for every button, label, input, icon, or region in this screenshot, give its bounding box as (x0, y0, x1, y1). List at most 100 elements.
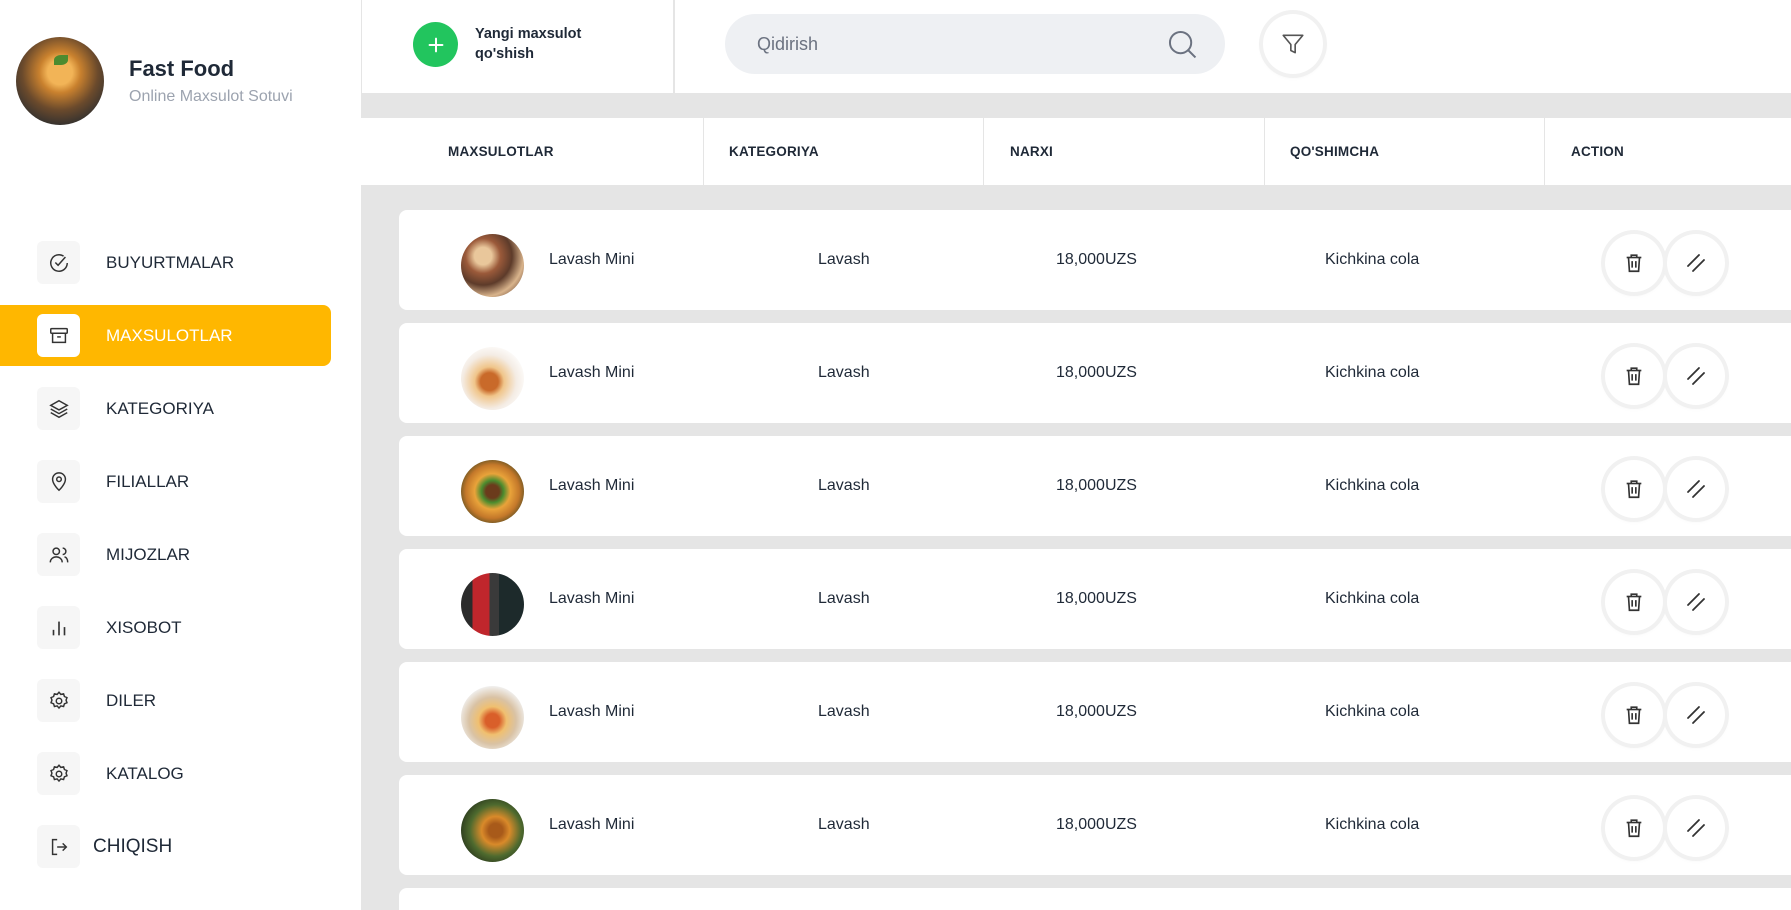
sidebar-item-label: BUYURTMALAR (106, 252, 235, 272)
edit-button[interactable] (1667, 686, 1725, 744)
brand: Fast Food Online Maxsulot Sotuvi (16, 37, 293, 125)
product-category: Lavash (818, 364, 870, 381)
layers-icon (37, 387, 80, 430)
archive-box-icon (37, 314, 80, 357)
filter-icon (1282, 34, 1304, 54)
product-extra: Kichkina cola (1325, 477, 1420, 494)
edit-icon (1687, 706, 1705, 724)
column-divider (1264, 118, 1265, 185)
product-category: Lavash (818, 703, 870, 720)
map-pin-icon (37, 460, 80, 503)
edit-button[interactable] (1667, 234, 1725, 292)
table-row: Lavash Mini Lavash 18,000UZS Kichkina co… (399, 210, 1791, 310)
add-product-label[interactable]: Yangi maxsulot qo'shish (475, 24, 605, 64)
logout-icon (37, 825, 80, 868)
product-category: Lavash (818, 590, 870, 607)
table-row: Lavash Mini Lavash 18,000UZS Kichkina co… (399, 549, 1791, 649)
delete-button[interactable] (1605, 686, 1663, 744)
sidebar-item-label: MAXSULOTLAR (106, 325, 233, 345)
brand-subtitle: Online Maxsulot Sotuvi (129, 88, 293, 105)
column-header-price: NARXI (1010, 144, 1054, 159)
add-product-button[interactable] (413, 22, 458, 67)
product-image (461, 799, 524, 862)
bar-chart-icon (37, 606, 80, 649)
sidebar-nav: BUYURTMALAR MAXSULOTLAR KATEGORIYA FILIA… (0, 232, 331, 889)
edit-icon (1687, 593, 1705, 611)
column-divider (703, 118, 704, 185)
product-price: 18,000UZS (1056, 703, 1137, 720)
product-price: 18,000UZS (1056, 251, 1137, 268)
column-divider (983, 118, 984, 185)
sidebar-item-label: KATALOG (106, 763, 184, 783)
product-name: Lavash Mini (549, 703, 635, 720)
product-extra: Kichkina cola (1325, 364, 1420, 381)
table-row: Lavash Mini Lavash 18,000UZS Kichkina co… (399, 662, 1791, 762)
delete-button[interactable] (1605, 573, 1663, 631)
add-product-label-line1: Yangi maxsulot (475, 26, 582, 42)
delete-button[interactable] (1605, 347, 1663, 405)
product-image (461, 234, 524, 297)
brand-title: Fast Food (129, 56, 235, 81)
sidebar-item-label: XISOBOT (106, 617, 182, 637)
delete-button[interactable] (1605, 234, 1663, 292)
check-circle-icon (37, 241, 80, 284)
delete-button[interactable] (1605, 460, 1663, 518)
brand-logo (16, 37, 104, 125)
edit-icon (1687, 480, 1705, 498)
plus-icon (428, 37, 443, 52)
trash-icon (1626, 593, 1642, 612)
edit-button[interactable] (1667, 347, 1725, 405)
product-image (461, 460, 524, 523)
trash-icon (1626, 367, 1642, 386)
column-header-products: MAXSULOTLAR (448, 144, 554, 159)
search-box (725, 14, 1225, 74)
product-name: Lavash Mini (549, 364, 635, 381)
product-list: Lavash Mini Lavash 18,000UZS Kichkina co… (399, 210, 1791, 910)
product-extra: Kichkina cola (1325, 703, 1420, 720)
products-content: MAXSULOTLAR KATEGORIYA NARXI QO'SHIMCHA … (361, 93, 1791, 910)
sidebar: Fast Food Online Maxsulot Sotuvi BUYURTM… (0, 0, 361, 910)
product-name: Lavash Mini (549, 477, 635, 494)
edit-button[interactable] (1667, 573, 1725, 631)
sidebar-item-label: FILIALLAR (106, 471, 190, 491)
column-header-category: KATEGORIYA (729, 144, 819, 159)
filter-button[interactable] (1263, 14, 1323, 74)
product-extra: Kichkina cola (1325, 251, 1420, 268)
product-extra: Kichkina cola (1325, 590, 1420, 607)
sidebar-item-katalog[interactable]: KATALOG (0, 743, 331, 804)
sidebar-item-label: KATEGORIYA (106, 398, 215, 418)
sidebar-item-kategoriya[interactable]: KATEGORIYA (0, 378, 331, 439)
column-divider (1544, 118, 1545, 185)
product-name: Lavash Mini (549, 816, 635, 833)
product-name: Lavash Mini (549, 590, 635, 607)
edit-button[interactable] (1667, 460, 1725, 518)
table-row: Lavash Mini Lavash 18,000UZS Kichkina co… (399, 775, 1791, 875)
column-header-action: ACTION (1571, 144, 1624, 159)
product-category: Lavash (818, 251, 870, 268)
sidebar-item-buyurtmalar[interactable]: BUYURTMALAR (0, 232, 331, 293)
trash-icon (1626, 254, 1642, 273)
delete-button[interactable] (1605, 799, 1663, 857)
product-price: 18,000UZS (1056, 364, 1137, 381)
gear-icon (37, 679, 80, 722)
logout-button[interactable]: CHIQISH (0, 816, 331, 877)
product-extra: Kichkina cola (1325, 816, 1420, 833)
edit-button[interactable] (1667, 799, 1725, 857)
edit-icon (1687, 819, 1705, 837)
users-icon (37, 533, 80, 576)
sidebar-item-diler[interactable]: DILER (0, 670, 331, 731)
sidebar-item-mijozlar[interactable]: MIJOZLAR (0, 524, 331, 585)
sidebar-item-xisobot[interactable]: XISOBOT (0, 597, 331, 658)
product-name: Lavash Mini (549, 251, 635, 268)
sidebar-item-maxsulotlar[interactable]: MAXSULOTLAR (0, 305, 331, 366)
table-row-partial (399, 888, 1791, 910)
add-product-label-line2: qo'shish (475, 46, 535, 62)
edit-icon (1687, 254, 1705, 272)
product-price: 18,000UZS (1056, 477, 1137, 494)
search-input[interactable] (757, 28, 1157, 60)
product-price: 18,000UZS (1056, 816, 1137, 833)
search-icon[interactable] (1165, 27, 1199, 66)
table-header: MAXSULOTLAR KATEGORIYA NARXI QO'SHIMCHA … (361, 118, 1791, 185)
sidebar-item-filiallar[interactable]: FILIALLAR (0, 451, 331, 512)
product-image (461, 573, 524, 636)
